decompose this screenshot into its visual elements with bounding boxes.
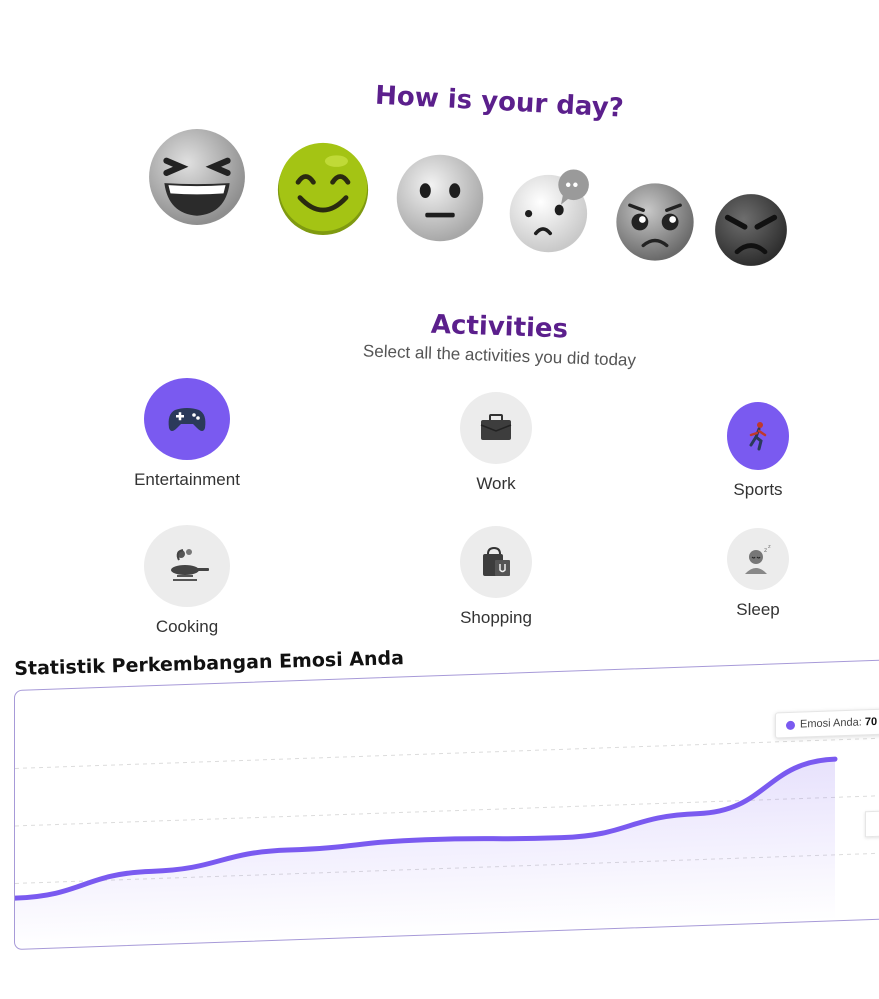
grid-line (15, 737, 879, 769)
activity-label-cooking: Cooking (155, 617, 219, 636)
activity-cooking-circle[interactable] (144, 525, 230, 607)
svg-text:z: z (768, 544, 771, 550)
activity-label-sleep: Sleep (736, 600, 780, 619)
tooltip-value: 70 (864, 715, 878, 729)
activity-cooking[interactable]: Cooking (134, 525, 240, 637)
svg-text:z: z (764, 547, 767, 554)
gamepad-icon (168, 408, 206, 431)
shopping-bag-icon (483, 546, 510, 576)
activity-sleep[interactable]: z z Sleep (716, 528, 800, 620)
briefcase-icon (480, 414, 512, 440)
activity-shopping[interactable]: Shopping (446, 526, 546, 628)
tooltip-series-label: Emosi Anda: (800, 716, 862, 731)
activity-sleep-circle[interactable]: z z (727, 528, 789, 590)
activity-work-circle[interactable] (460, 392, 532, 464)
mood-sad-icon[interactable] (613, 178, 697, 266)
emotion-chart-plot (15, 737, 879, 949)
mood-worried-icon[interactable] (507, 165, 597, 255)
activity-label-work: Work (476, 474, 516, 493)
activity-label-entertainment: Entertainment (134, 470, 240, 489)
mood-angry-icon[interactable] (712, 188, 790, 272)
cooking-pan-icon (171, 549, 209, 581)
runner-icon (749, 422, 767, 451)
chart-tooltip: Emosi Anda: 70 (775, 708, 879, 739)
mood-happy-icon[interactable] (274, 140, 372, 236)
legend-dot (786, 720, 795, 730)
activity-entertainment-circle[interactable] (144, 378, 230, 460)
mood-neutral-icon[interactable] (393, 152, 487, 244)
activity-sports[interactable]: Sports (716, 402, 800, 500)
sleeping-person-icon: z z (745, 544, 771, 574)
activity-shopping-circle[interactable] (460, 526, 532, 598)
statistics-title: Statistik Perkembangan Emosi Anda (14, 647, 405, 680)
emotion-chart: Emosi Anda: 70 (14, 658, 879, 950)
activity-label-sports: Sports (733, 480, 783, 499)
series-area (15, 759, 835, 949)
chart-side-tooltip (865, 810, 879, 838)
mood-tracker-page: How is your day? Activities Select all t… (0, 0, 879, 999)
activity-entertainment[interactable]: Entertainment (115, 378, 259, 490)
activity-label-shopping: Shopping (460, 608, 532, 627)
activity-sports-circle[interactable] (727, 402, 789, 470)
activity-work[interactable]: Work (435, 392, 557, 494)
mood-laughing-icon[interactable] (143, 126, 251, 228)
